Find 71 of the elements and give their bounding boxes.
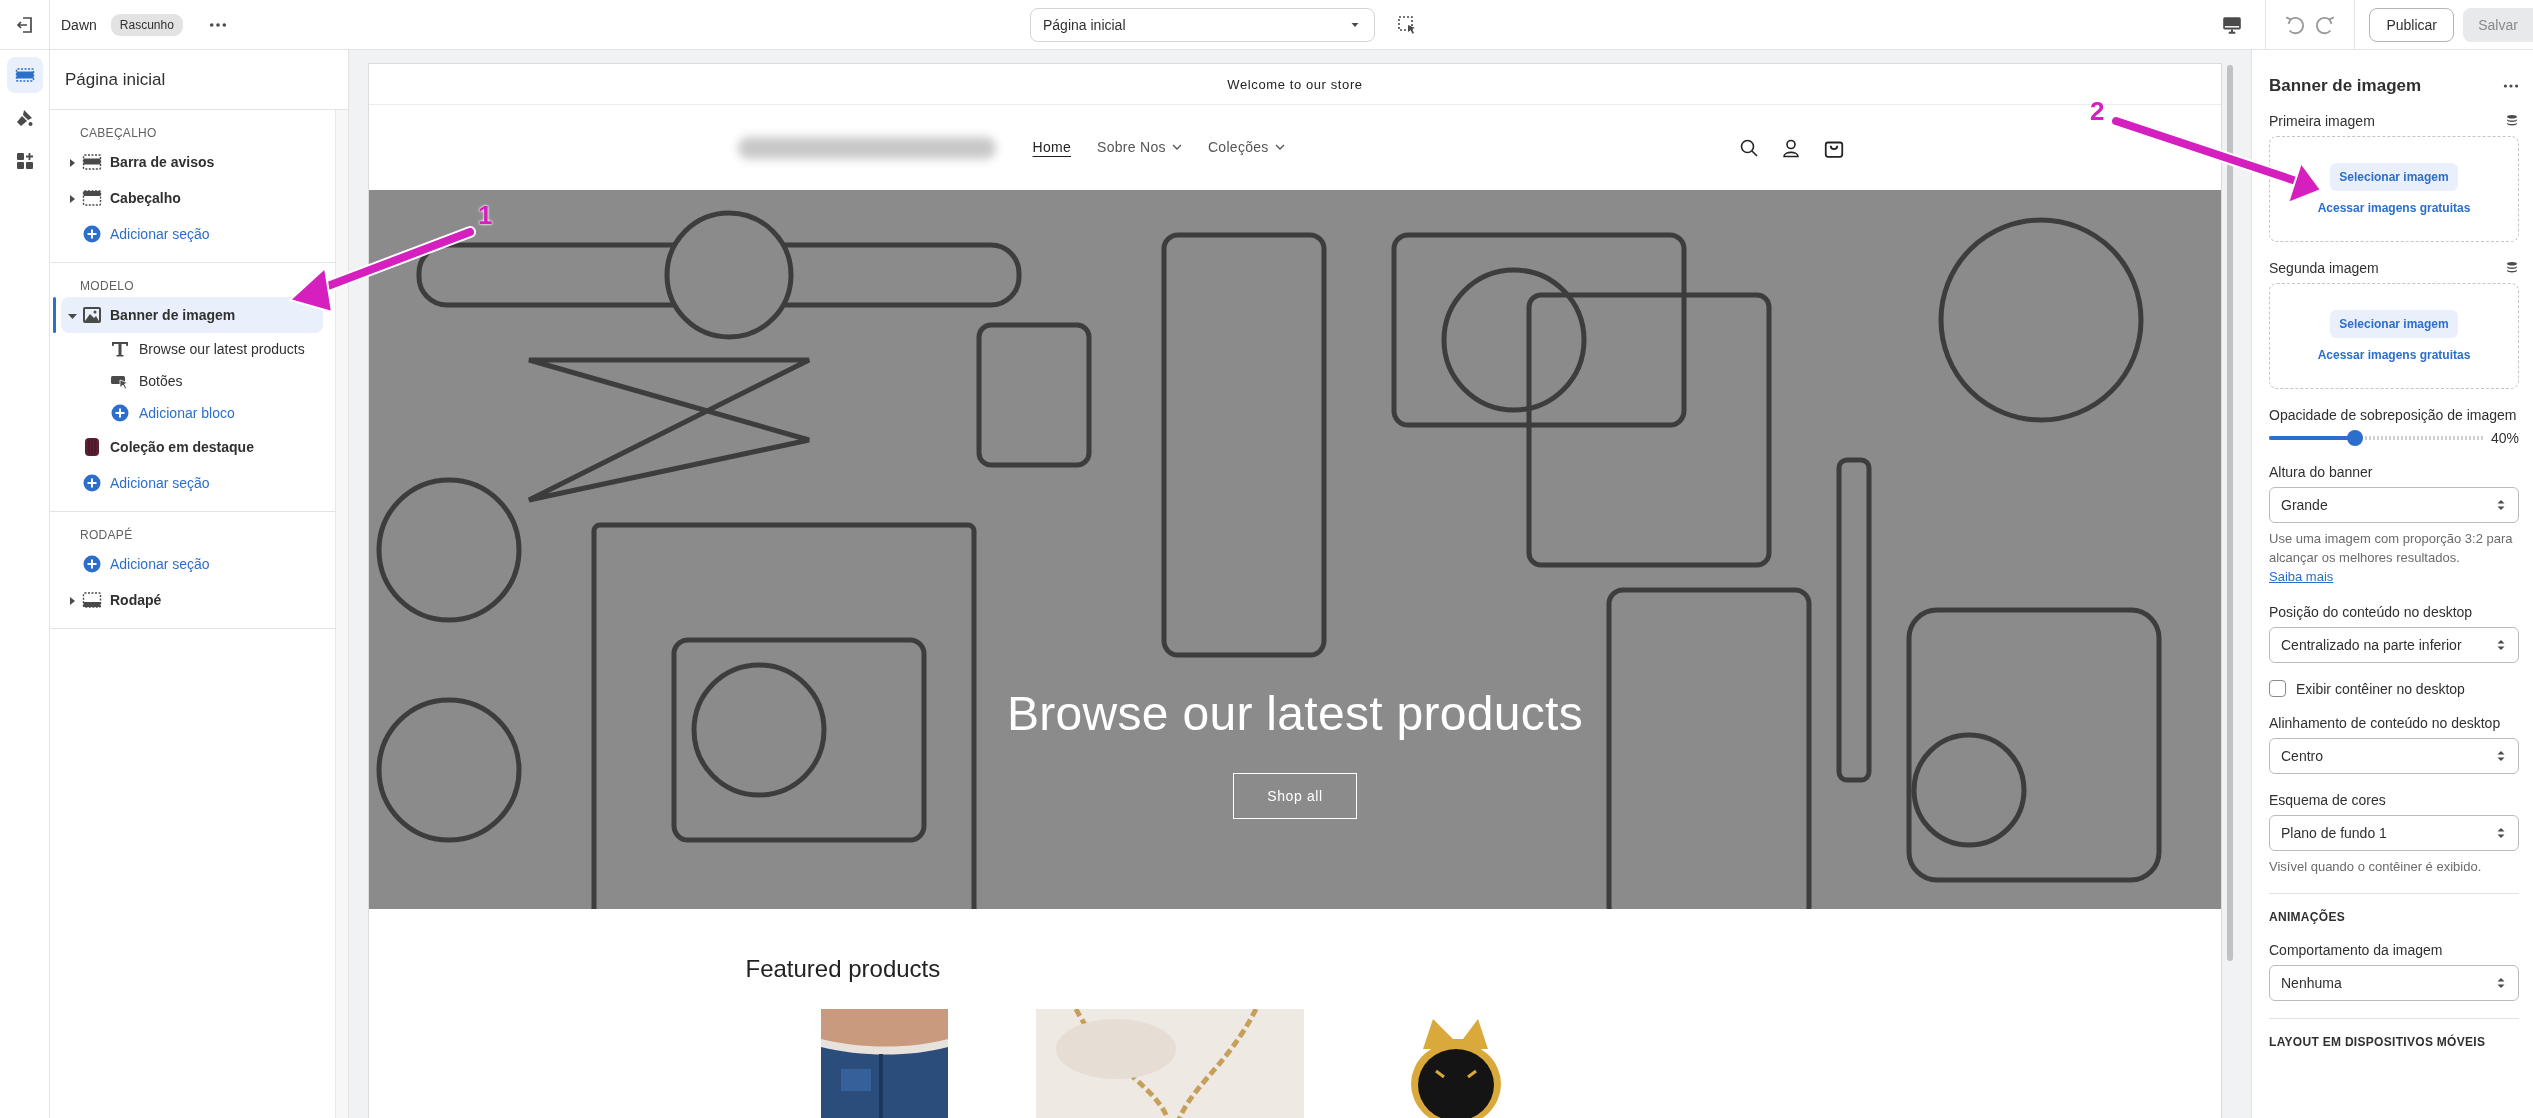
nav-link[interactable]: Home <box>1032 138 1072 157</box>
page-select-value: Página inicial <box>1043 16 1126 33</box>
select-field[interactable]: Centro <box>2269 738 2519 774</box>
add-link[interactable]: Adicionar seção <box>61 216 323 252</box>
slider-thumb[interactable] <box>2346 430 2363 446</box>
checkbox[interactable] <box>2269 680 2286 697</box>
sections-icon[interactable] <box>6 57 43 93</box>
nav-link[interactable]: Sobre Nos <box>1097 138 1182 157</box>
section-item[interactable]: Cabeçalho <box>61 180 323 216</box>
learn-more-link[interactable]: Saiba mais <box>2269 567 2334 586</box>
plus-circle-icon <box>82 554 102 574</box>
field-label: Primeira imagem <box>2269 112 2375 130</box>
free-images-link[interactable]: Acessar imagens gratuitas <box>2317 201 2471 215</box>
select-field[interactable]: Grande <box>2269 487 2519 523</box>
exit-icon[interactable] <box>14 14 35 35</box>
plus-circle-icon <box>82 224 102 244</box>
add-link[interactable]: Adicionar seção <box>61 546 323 582</box>
image-icon <box>82 305 102 325</box>
page-select[interactable]: Página inicial <box>1030 7 1375 42</box>
field-label: Segunda imagem <box>2269 259 2379 277</box>
select-field[interactable]: Nenhuma <box>2269 965 2519 1001</box>
nav-link[interactable]: Coleções <box>1207 138 1285 157</box>
block-item[interactable]: Botões <box>61 365 323 397</box>
section-heading: Featured products <box>745 955 942 983</box>
publish-button[interactable]: Publicar <box>2369 7 2454 42</box>
header-layout-icon <box>82 188 102 208</box>
field-label: Comportamento da imagem <box>2269 941 2443 959</box>
search-icon[interactable] <box>1738 137 1759 158</box>
checkbox-label: Exibir contêiner no desktop <box>2296 680 2465 697</box>
select-field[interactable]: Centralizado na parte inferior <box>2269 627 2519 663</box>
add-link[interactable]: Adicionar bloco <box>61 397 323 429</box>
group-label: RODAPÉ <box>79 526 134 544</box>
group-label: MODELO <box>79 278 135 295</box>
add-link[interactable]: Adicionar seção <box>61 465 323 501</box>
text-icon <box>110 339 130 359</box>
plus-circle-icon <box>110 403 130 423</box>
plus-circle-icon <box>82 473 102 493</box>
database-icon[interactable] <box>2505 114 2519 128</box>
help-text: Visível quando o contêiner é exibido. <box>2269 858 2483 876</box>
select-image-button[interactable]: Selecionar imagem <box>2330 310 2458 338</box>
field-label: Altura do banner <box>2269 463 2373 481</box>
section-heading: LAYOUT EM DISPOSITIVOS MÓVEIS <box>2269 1018 2519 1049</box>
scrollbar[interactable] <box>335 110 348 1118</box>
field-label: Opacidade de sobreposição de imagem <box>2269 406 2517 424</box>
account-icon[interactable] <box>1780 137 1801 158</box>
group-label: CABEÇALHO <box>79 125 158 142</box>
annotation-number: 1 <box>478 200 493 231</box>
announcement-bar-icon <box>82 152 102 172</box>
panel-title: Banner de imagem <box>2269 76 2422 96</box>
section-item[interactable]: Coleção em destaque <box>61 429 323 465</box>
database-icon[interactable] <box>2505 261 2519 275</box>
block-item[interactable]: Browse our latest products <box>61 333 323 365</box>
section-heading: ANIMAÇÕES <box>2269 893 2519 924</box>
product-thumbnail-icon <box>82 437 102 457</box>
scrollbar[interactable] <box>2227 65 2233 961</box>
select-field[interactable]: Plano de fundo 1 <box>2269 815 2519 851</box>
footer-layout-icon <box>82 590 102 610</box>
free-images-link[interactable]: Acessar imagens gratuitas <box>2317 348 2471 362</box>
theme-name: Dawn <box>61 16 97 33</box>
field-label: Esquema de cores <box>2269 791 2386 809</box>
select-tool-icon[interactable] <box>1397 14 1417 35</box>
banner-heading: Browse our latest products <box>1006 686 1584 741</box>
section-item[interactable]: Barra de avisos <box>61 144 323 180</box>
sidebar-title: Página inicial <box>50 50 348 110</box>
help-text: Use uma imagem com proporção 3:2 para alcançar os melhores resultados. <box>2269 530 2514 567</box>
field-label: Posição do conteúdo no desktop <box>2269 603 2473 621</box>
slider-value: 40% <box>2490 430 2519 446</box>
status-badge: Rascunho <box>110 13 183 36</box>
field-label: Alinhamento de conteúdo no desktop <box>2269 714 2501 732</box>
select-image-button[interactable]: Selecionar imagem <box>2330 163 2458 191</box>
section-item[interactable]: Rodapé <box>61 582 323 618</box>
